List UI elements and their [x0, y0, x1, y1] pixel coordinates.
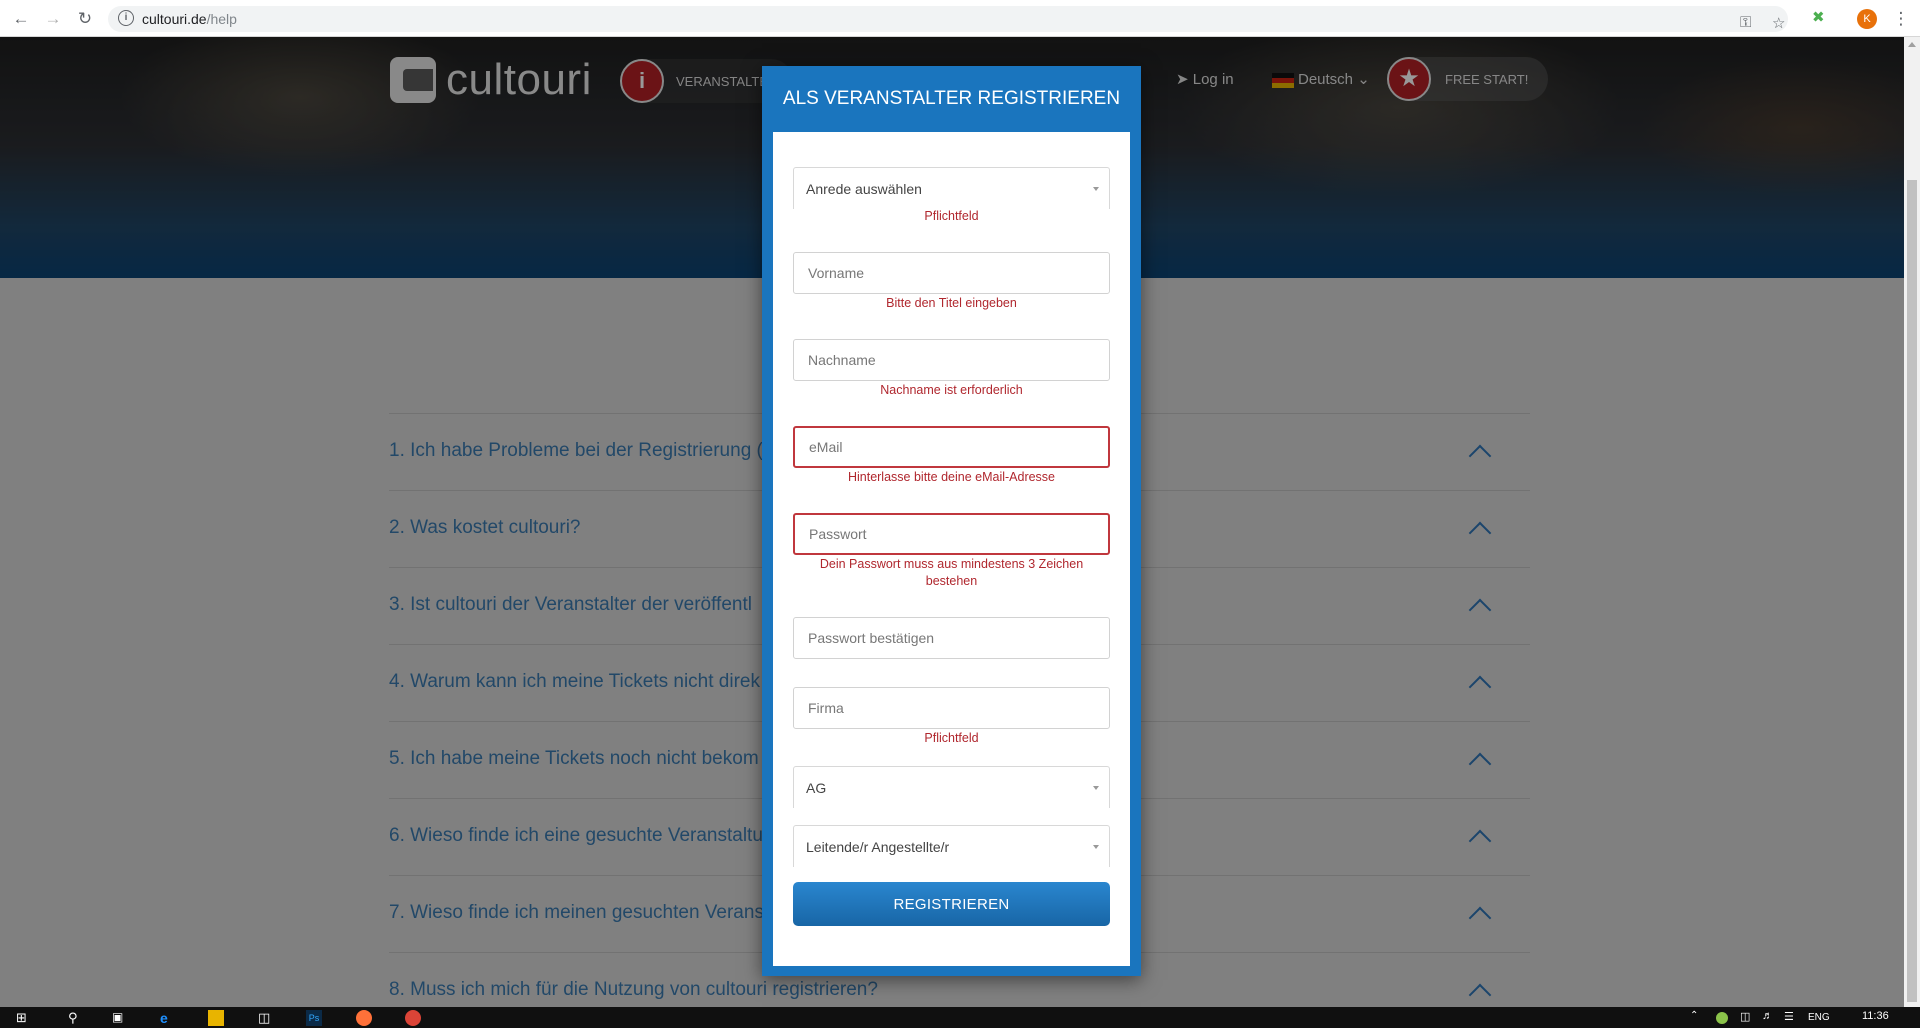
- browser-menu-icon[interactable]: ⋮: [1890, 8, 1912, 30]
- page-scrollbar[interactable]: [1904, 37, 1920, 1007]
- password-error: Dein Passwort muss aus mindestens 3 Zeic…: [819, 557, 1084, 588]
- windows-taskbar: ⊞ ⚲ ▣ e ◫ Ps ⌃ ◫ ♬ ☰ ENG 11:36: [0, 1007, 1920, 1028]
- salutation-error: Pflichtfeld: [924, 209, 979, 223]
- forward-arrow-icon[interactable]: →: [42, 8, 64, 30]
- scroll-up-arrow-icon[interactable]: [1908, 42, 1916, 47]
- clock[interactable]: 11:36: [1862, 1010, 1889, 1022]
- modal-title: ALS VERANSTALTER REGISTRIEREN: [782, 88, 1121, 109]
- photoshop-icon[interactable]: Ps: [306, 1010, 322, 1026]
- search-icon[interactable]: ⚲: [68, 1010, 84, 1026]
- firstname-field[interactable]: [793, 252, 1110, 294]
- info-icon[interactable]: i: [118, 10, 134, 26]
- profile-avatar[interactable]: K: [1857, 9, 1877, 29]
- edge-icon[interactable]: e: [160, 1010, 176, 1026]
- windows-start-icon[interactable]: ⊞: [16, 1010, 32, 1026]
- extension-icon[interactable]: ✖: [1812, 8, 1825, 26]
- reload-icon[interactable]: ↻: [74, 8, 96, 30]
- lastname-field[interactable]: [793, 339, 1110, 381]
- email-field[interactable]: [793, 426, 1110, 468]
- notification-icon[interactable]: ☰: [1784, 1010, 1800, 1026]
- company-type-value: AG: [806, 780, 827, 796]
- register-button[interactable]: REGISTRIEREN: [793, 882, 1110, 926]
- caret-down-icon: [1093, 187, 1099, 191]
- bookmark-star-icon[interactable]: ☆: [1772, 14, 1785, 32]
- salutation-select[interactable]: Anrede auswählen: [793, 167, 1110, 209]
- position-select[interactable]: Leitende/r Angestellte/r: [793, 825, 1110, 867]
- address-bar[interactable]: i cultouri.de/help ⚿ ☆: [108, 6, 1788, 32]
- position-value: Leitende/r Angestellte/r: [806, 839, 950, 855]
- chrome-icon[interactable]: [405, 1010, 421, 1026]
- input-language[interactable]: ENG: [1808, 1012, 1830, 1023]
- tray-chevron-icon[interactable]: ⌃: [1690, 1010, 1706, 1026]
- scroll-thumb[interactable]: [1907, 180, 1917, 1002]
- company-field[interactable]: [793, 687, 1110, 729]
- salutation-select-value: Anrede auswählen: [806, 181, 922, 197]
- company-error: Pflichtfeld: [924, 731, 979, 745]
- email-error: Hinterlasse bitte deine eMail-Adresse: [847, 470, 1056, 484]
- firstname-error: Bitte den Titel eingeben: [886, 296, 1017, 310]
- firefox-icon[interactable]: [356, 1010, 372, 1026]
- store-icon[interactable]: ◫: [258, 1010, 274, 1026]
- tray-app-icon[interactable]: [1716, 1012, 1728, 1024]
- caret-down-icon: [1093, 786, 1099, 790]
- back-arrow-icon[interactable]: ←: [10, 8, 32, 30]
- browser-toolbar: ← → ↻ i cultouri.de/help ⚿ ☆ ✖ K ⋮: [0, 0, 1920, 37]
- task-view-icon[interactable]: ▣: [112, 1010, 128, 1026]
- caret-down-icon: [1093, 845, 1099, 849]
- password-field[interactable]: [793, 513, 1110, 555]
- key-icon[interactable]: ⚿: [1740, 14, 1751, 31]
- volume-icon[interactable]: ♬: [1762, 1010, 1778, 1026]
- network-icon[interactable]: ◫: [1740, 1010, 1756, 1026]
- company-type-select[interactable]: AG: [793, 766, 1110, 808]
- register-form: Anrede auswählen Pflichtfeld Bitte den T…: [773, 132, 1130, 966]
- password-confirm-field[interactable]: [793, 617, 1110, 659]
- register-modal: ALS VERANSTALTER REGISTRIEREN Anrede aus…: [762, 66, 1141, 976]
- file-explorer-icon[interactable]: [208, 1010, 224, 1026]
- url-text[interactable]: cultouri.de/help: [142, 11, 237, 27]
- lastname-error: Nachname ist erforderlich: [880, 383, 1023, 397]
